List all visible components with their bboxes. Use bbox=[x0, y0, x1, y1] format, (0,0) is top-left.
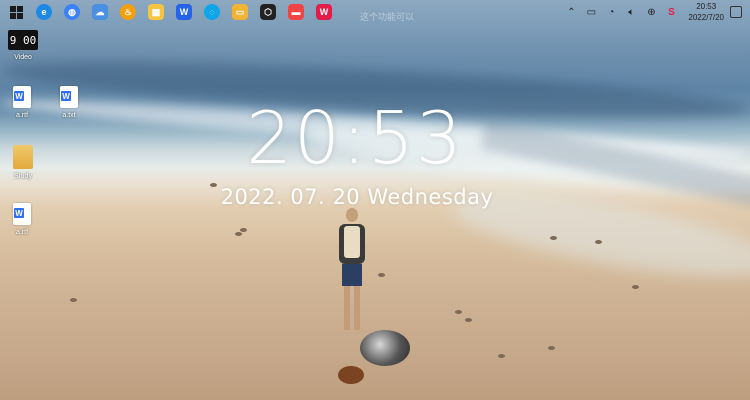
image-viewer-icon[interactable]: ▦ bbox=[148, 4, 164, 20]
taskbar-time: 20:53 bbox=[696, 2, 717, 11]
wps-writer-icon[interactable]: W bbox=[176, 4, 192, 20]
desktop-clock-date: 2022. 07. 20 Wednesday bbox=[220, 185, 494, 209]
desktop-icon-label: a.rtf bbox=[15, 229, 29, 236]
presentation-app-icon[interactable]: ▬ bbox=[288, 4, 304, 20]
video-icon: 9 00 bbox=[8, 30, 38, 50]
s-app-icon[interactable]: S bbox=[664, 5, 678, 19]
wps-office-icon[interactable]: W bbox=[316, 4, 332, 20]
globe-browser-icon[interactable]: ◍ bbox=[64, 4, 80, 20]
taskbar-date: 2022/7/20 bbox=[688, 13, 724, 22]
taskbar-clock[interactable]: 20:53 2022/7/20 bbox=[688, 1, 724, 23]
wifi-icon[interactable]: ◔ bbox=[604, 5, 618, 19]
wallpaper-dog bbox=[338, 330, 415, 384]
windows-start-icon[interactable] bbox=[8, 4, 24, 20]
notification-icon[interactable] bbox=[730, 6, 742, 18]
chevron-up-icon[interactable]: ⌃ bbox=[564, 5, 578, 19]
speaker-icon[interactable]: 🔈︎ bbox=[624, 5, 638, 19]
battery-icon[interactable]: ▭ bbox=[584, 5, 598, 19]
cloud-drive-icon[interactable]: ☁ bbox=[92, 4, 108, 20]
system-tray: ⌃ ▭ ◔ 🔈︎ ⊕ S 20:53 2022/7/20 bbox=[558, 0, 742, 24]
terminal-app-icon[interactable]: ⬡ bbox=[260, 4, 276, 20]
desktop-icon-label: Video bbox=[14, 54, 32, 61]
wallpaper-person bbox=[336, 208, 366, 333]
chat-app-icon[interactable]: ◌ bbox=[204, 4, 220, 20]
desktop-clock-time: 20:53 bbox=[246, 96, 464, 180]
file-explorer-icon[interactable]: ▭ bbox=[232, 4, 248, 20]
edge-icon[interactable]: e bbox=[36, 4, 52, 20]
fire-app-icon[interactable]: ♨ bbox=[120, 4, 136, 20]
desktop-icon-video[interactable]: 9 00 Video bbox=[3, 30, 43, 61]
taskbar-ghost-text: 这个功能可以 bbox=[360, 12, 415, 22]
input-method-icon[interactable]: ⊕ bbox=[644, 5, 658, 19]
taskbar: e ◍ ☁ ♨ ▦ W ◌ ▭ ⬡ ▬ W 这个功能可以 ⌃ ▭ ◔ 🔈︎ ⊕ … bbox=[0, 0, 750, 24]
